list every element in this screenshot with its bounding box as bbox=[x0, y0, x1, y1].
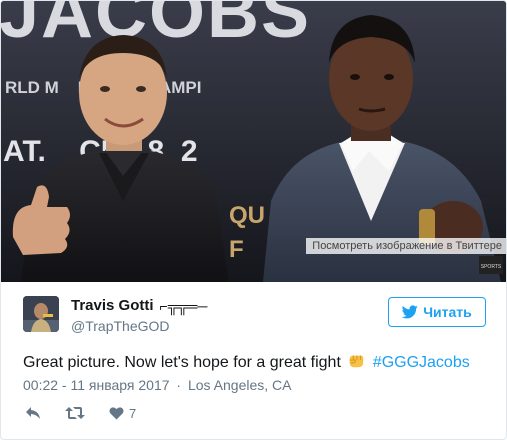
tweet-meta: 00:22 - 11 января 2017 · Los Angeles, CA bbox=[23, 377, 292, 393]
location-link[interactable]: Los Angeles, CA bbox=[188, 377, 292, 393]
tweet-photo[interactable]: JACOBS RLD M EIGHT CHAMPI AT. CH 18, 2 Q… bbox=[1, 1, 506, 282]
embedded-tweet-card: JACOBS RLD M EIGHT CHAMPI AT. CH 18, 2 Q… bbox=[0, 0, 507, 440]
tweet-header: Travis Gotti ⌐╦╦═─ @TrapTheGOD Читать bbox=[23, 296, 486, 338]
network-badge: SPORTS bbox=[481, 264, 502, 270]
retweet-button[interactable] bbox=[65, 406, 85, 420]
user-names: Travis Gotti ⌐╦╦═─ @TrapTheGOD bbox=[71, 297, 207, 334]
meta-separator: · bbox=[176, 377, 182, 393]
tweet-actions: 7 bbox=[25, 403, 160, 423]
like-count: 7 bbox=[129, 405, 137, 421]
display-name[interactable]: Travis Gotti bbox=[71, 297, 154, 314]
avatar[interactable] bbox=[23, 296, 59, 332]
reply-icon bbox=[26, 407, 40, 419]
follow-button[interactable]: Читать bbox=[388, 297, 486, 327]
retweet-icon bbox=[65, 407, 85, 419]
follow-button-label: Читать bbox=[423, 304, 472, 320]
user-handle[interactable]: @TrapTheGOD bbox=[71, 318, 207, 334]
display-name-row[interactable]: Travis Gotti ⌐╦╦═─ bbox=[71, 297, 207, 314]
reply-button[interactable] bbox=[25, 406, 41, 420]
tweet-body: Great picture. Now let's hope for a grea… bbox=[23, 354, 341, 371]
hashtag-link[interactable]: #GGGJacobs bbox=[373, 354, 470, 371]
like-button[interactable]: 7 bbox=[109, 406, 136, 421]
name-suffix: ⌐╦╦═─ bbox=[159, 297, 208, 314]
profile-photo-icon bbox=[23, 296, 59, 332]
view-image-tooltip: Посмотреть изображение в Твиттере bbox=[306, 238, 506, 254]
twitter-bird-icon bbox=[402, 305, 418, 319]
fist-icon bbox=[350, 355, 364, 368]
timestamp-link[interactable]: 00:22 - 11 января 2017 bbox=[23, 377, 170, 393]
poster-frag2: F bbox=[229, 236, 244, 263]
tweet-text: Great picture. Now let's hope for a grea… bbox=[23, 352, 486, 373]
heart-icon bbox=[109, 407, 124, 420]
poster-title: JACOBS bbox=[1, 1, 311, 53]
poster-frag1: QU bbox=[229, 202, 265, 229]
